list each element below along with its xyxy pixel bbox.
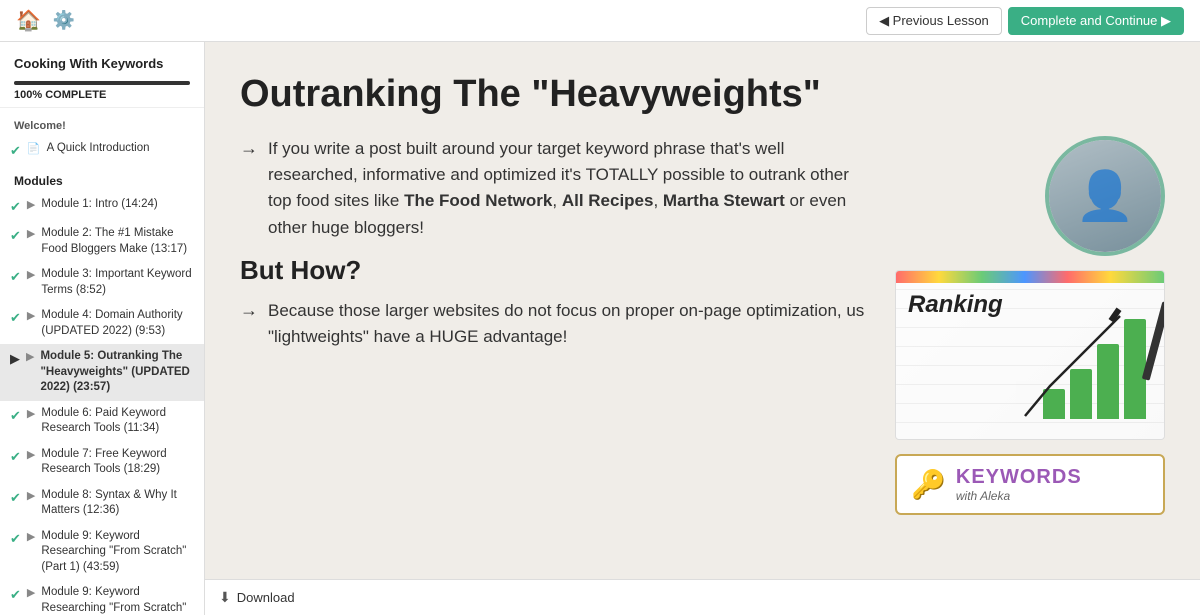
slide-point-2: → Because those larger websites do not f…: [240, 298, 875, 351]
check-circle-icon: ✔: [10, 142, 21, 160]
avatar-bg: 👤: [1049, 140, 1161, 252]
module3-label: Module 3: Important Keyword Terms (8:52): [41, 267, 194, 298]
video-wrapper: Outranking The "Heavyweights" → If you w…: [205, 42, 1200, 579]
arrow-icon-2: →: [240, 300, 258, 321]
sidebar-item-intro[interactable]: ✔ 📄 A Quick Introduction: [0, 136, 204, 165]
nav-buttons: ◀ Previous Lesson Complete and Continue …: [866, 7, 1184, 35]
main-layout: Cooking With Keywords 100% COMPLETE Welc…: [0, 42, 1200, 615]
sidebar-item-module5[interactable]: ▶ ▶ Module 5: Outranking The "Heavyweigh…: [0, 344, 204, 401]
welcome-item-label: A Quick Introduction: [47, 141, 194, 157]
check-icon-9a: ✔: [10, 530, 21, 548]
complete-continue-button[interactable]: Complete and Continue ▶: [1008, 7, 1184, 35]
module5-label: Module 5: Outranking The "Heavyweights" …: [40, 349, 194, 396]
keywords-brand-text: KEYWORDS: [956, 466, 1082, 489]
keywords-badge: 🔑 KEYWORDS with Aleka: [895, 454, 1165, 515]
module6-label: Module 6: Paid Keyword Research Tools (1…: [41, 406, 194, 437]
nav-left: 🏠 ⚙️: [16, 8, 75, 33]
check-icon-1: ✔: [10, 198, 21, 216]
top-nav: 🏠 ⚙️ ◀ Previous Lesson Complete and Cont…: [0, 0, 1200, 42]
sidebar-item-module6[interactable]: ✔ ▶ Module 6: Paid Keyword Research Tool…: [0, 401, 204, 442]
modules-label: Modules: [0, 164, 204, 192]
video-icon-1: ▶: [27, 198, 35, 213]
course-title: Cooking With Keywords: [14, 56, 190, 73]
home-icon[interactable]: 🏠: [16, 8, 41, 33]
sidebar-item-module9b[interactable]: ✔ ▶ Module 9: Keyword Researching "From …: [0, 580, 204, 615]
check-icon-4: ✔: [10, 309, 21, 327]
slide-text-col: → If you write a post built around your …: [240, 136, 875, 554]
module7-label: Module 7: Free Keyword Research Tools (1…: [41, 447, 194, 478]
video-icon-9a: ▶: [27, 530, 35, 545]
check-icon-8: ✔: [10, 489, 21, 507]
sidebar-item-module8[interactable]: ✔ ▶ Module 8: Syntax & Why It Matters (1…: [0, 483, 204, 524]
ranking-label: Ranking: [908, 291, 1003, 319]
check-icon-7: ✔: [10, 448, 21, 466]
download-icon: ⬇: [219, 589, 231, 606]
check-icon-6: ✔: [10, 407, 21, 425]
video-icon-7: ▶: [27, 448, 35, 463]
module2-label: Module 2: The #1 Mistake Food Bloggers M…: [41, 226, 194, 257]
video-icon-9b: ▶: [27, 586, 35, 601]
progress-bar-wrap: 100% COMPLETE: [14, 81, 190, 101]
doc-icon: 📄: [27, 142, 41, 157]
module1-label: Module 1: Intro (14:24): [41, 197, 194, 213]
previous-lesson-button[interactable]: ◀ Previous Lesson: [866, 7, 1002, 35]
ranking-chart: Ranking: [895, 270, 1165, 440]
check-icon-3: ✔: [10, 268, 21, 286]
slide-frame: Outranking The "Heavyweights" → If you w…: [205, 42, 1200, 579]
sidebar-item-module1[interactable]: ✔ ▶ Module 1: Intro (14:24): [0, 192, 204, 221]
video-icon-4: ▶: [27, 309, 35, 324]
presenter-avatar: 👤: [1045, 136, 1165, 256]
module9b-label: Module 9: Keyword Researching "From Scra…: [41, 585, 194, 615]
video-icon-2: ▶: [27, 227, 35, 242]
progress-fill: [14, 81, 190, 85]
sidebar-item-module3[interactable]: ✔ ▶ Module 3: Important Keyword Terms (8…: [0, 262, 204, 303]
module4-label: Module 4: Domain Authority (UPDATED 2022…: [41, 308, 194, 339]
download-label[interactable]: Download: [237, 590, 295, 605]
video-icon-3: ▶: [27, 268, 35, 283]
point-text-2: Because those larger websites do not foc…: [268, 298, 875, 351]
video-icon-6: ▶: [27, 407, 35, 422]
point-text-1: If you write a post built around your ta…: [268, 136, 875, 241]
progress-track: [14, 81, 190, 85]
sidebar-item-module2[interactable]: ✔ ▶ Module 2: The #1 Mistake Food Blogge…: [0, 221, 204, 262]
slide-image-col: 👤 Ranking: [895, 136, 1165, 554]
settings-icon[interactable]: ⚙️: [53, 10, 75, 31]
slide-title: Outranking The "Heavyweights": [240, 72, 1000, 118]
sidebar-header: Cooking With Keywords 100% COMPLETE: [0, 42, 204, 108]
key-icon: 🔑: [911, 468, 946, 501]
video-icon-5: ▶: [26, 350, 34, 365]
sidebar-item-module9a[interactable]: ✔ ▶ Module 9: Keyword Researching "From …: [0, 524, 204, 581]
module8-label: Module 8: Syntax & Why It Matters (12:36…: [41, 488, 194, 519]
keywords-sub-text: with Aleka: [956, 489, 1082, 503]
progress-label: 100% COMPLETE: [14, 89, 190, 101]
play-icon-5: ▶: [10, 350, 20, 368]
but-how-heading: But How?: [240, 255, 875, 286]
sidebar-item-module7[interactable]: ✔ ▶ Module 7: Free Keyword Research Tool…: [0, 442, 204, 483]
download-bar: ⬇ Download: [205, 579, 1200, 615]
video-icon-8: ▶: [27, 489, 35, 504]
slide-body: → If you write a post built around your …: [240, 136, 1165, 554]
module9a-label: Module 9: Keyword Researching "From Scra…: [41, 529, 194, 576]
arrow-icon-1: →: [240, 138, 258, 159]
sidebar: Cooking With Keywords 100% COMPLETE Welc…: [0, 42, 205, 615]
check-icon-9b: ✔: [10, 586, 21, 604]
sidebar-item-module4[interactable]: ✔ ▶ Module 4: Domain Authority (UPDATED …: [0, 303, 204, 344]
welcome-section-label: Welcome!: [0, 108, 204, 136]
person-silhouette-icon: 👤: [1075, 167, 1135, 224]
content-area: Outranking The "Heavyweights" → If you w…: [205, 42, 1200, 615]
check-icon-2: ✔: [10, 227, 21, 245]
slide-point-1: → If you write a post built around your …: [240, 136, 875, 241]
keywords-brand-col: KEYWORDS with Aleka: [956, 466, 1082, 503]
